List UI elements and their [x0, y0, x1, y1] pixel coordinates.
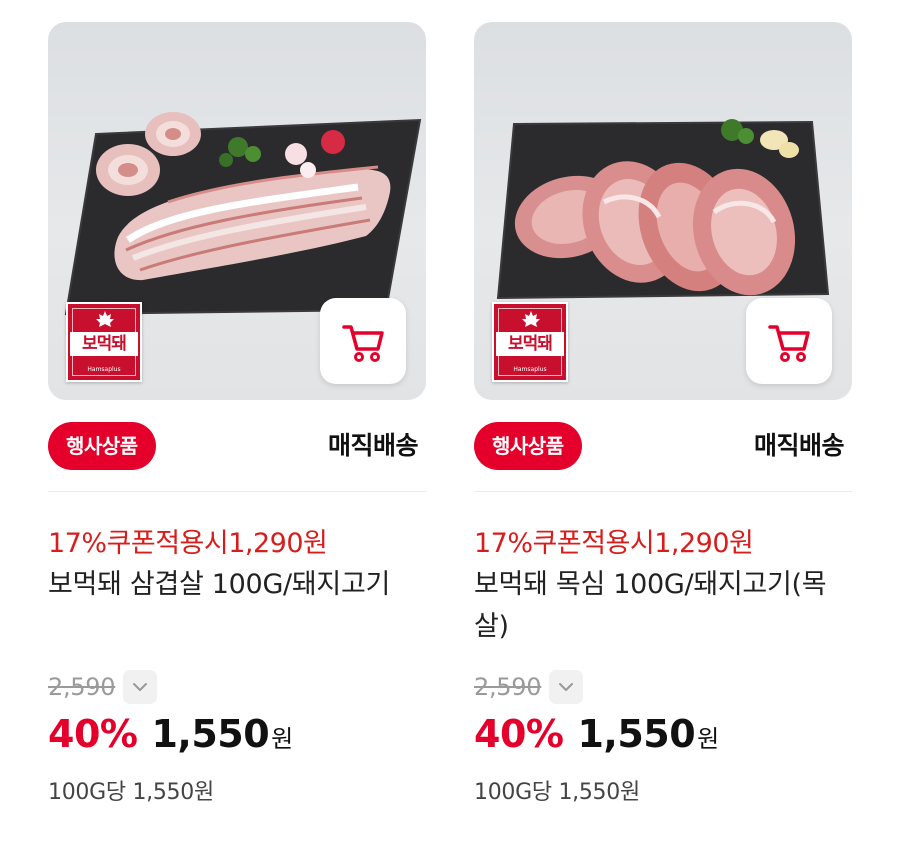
delivery-type: 매직배송: [753, 431, 845, 460]
cart-icon: [342, 325, 384, 362]
brand-badge: 보먹돼 Hamsaplus: [492, 302, 568, 382]
unit-price: 100G당 1,550원: [474, 780, 640, 805]
sale-price-row: 40% 1,550 원: [48, 712, 428, 762]
unit-price: 100G당 1,550원: [48, 780, 214, 805]
event-product-tag: 행사상품: [474, 422, 582, 470]
delivery-type: 매직배송: [327, 431, 419, 460]
original-price-row: 2,590: [48, 670, 428, 704]
tags-row: 행사상품 매직배송: [474, 400, 852, 492]
original-price-row: 2,590: [474, 670, 854, 704]
add-to-cart-button[interactable]: [746, 298, 832, 384]
product-image[interactable]: 보먹돼 Hamsaplus: [474, 22, 852, 400]
add-to-cart-button[interactable]: [320, 298, 406, 384]
maple-leaf-icon: [96, 311, 114, 327]
sale-price: 1,550: [577, 712, 696, 756]
badge-small-text: Hamsaplus: [87, 366, 121, 373]
currency-unit: 원: [271, 725, 294, 753]
cart-icon: [768, 325, 810, 362]
coupon-price-text: 17%쿠폰적용시1,290원: [474, 528, 754, 559]
tags-row: 행사상품 매직배송: [48, 400, 426, 492]
price-detail-toggle[interactable]: [549, 670, 584, 704]
badge-brand-text: 보먹돼: [496, 332, 564, 356]
chevron-down-icon: [559, 683, 574, 691]
original-price: 2,590: [48, 673, 116, 701]
sale-price: 1,550: [151, 712, 270, 756]
sale-price-row: 40% 1,550 원: [474, 712, 854, 762]
original-price: 2,590: [474, 673, 542, 701]
badge-brand-text: 보먹돼: [70, 332, 138, 356]
product-image[interactable]: 보먹돼 Hamsaplus: [48, 22, 426, 400]
product-title[interactable]: 보먹돼 삼겹살 100G/돼지고기: [48, 564, 426, 648]
discount-rate: 40%: [474, 712, 564, 756]
event-product-tag: 행사상품: [48, 422, 156, 470]
product-title[interactable]: 보먹돼 목심 100G/돼지고기(목살): [474, 564, 852, 648]
price-detail-toggle[interactable]: [123, 670, 158, 704]
coupon-price-text: 17%쿠폰적용시1,290원: [48, 528, 328, 559]
discount-rate: 40%: [48, 712, 138, 756]
product-card[interactable]: 보먹돼 Hamsaplus 행사상품 매직배송 17%쿠폰적용시1,290원 보…: [48, 22, 428, 806]
maple-leaf-icon: [522, 311, 540, 327]
product-card[interactable]: 보먹돼 Hamsaplus 행사상품 매직배송 17%쿠폰적용시1,290원 보…: [474, 22, 854, 806]
chevron-down-icon: [133, 683, 148, 691]
currency-unit: 원: [697, 725, 720, 753]
badge-small-text: Hamsaplus: [513, 366, 547, 373]
brand-badge: 보먹돼 Hamsaplus: [66, 302, 142, 382]
